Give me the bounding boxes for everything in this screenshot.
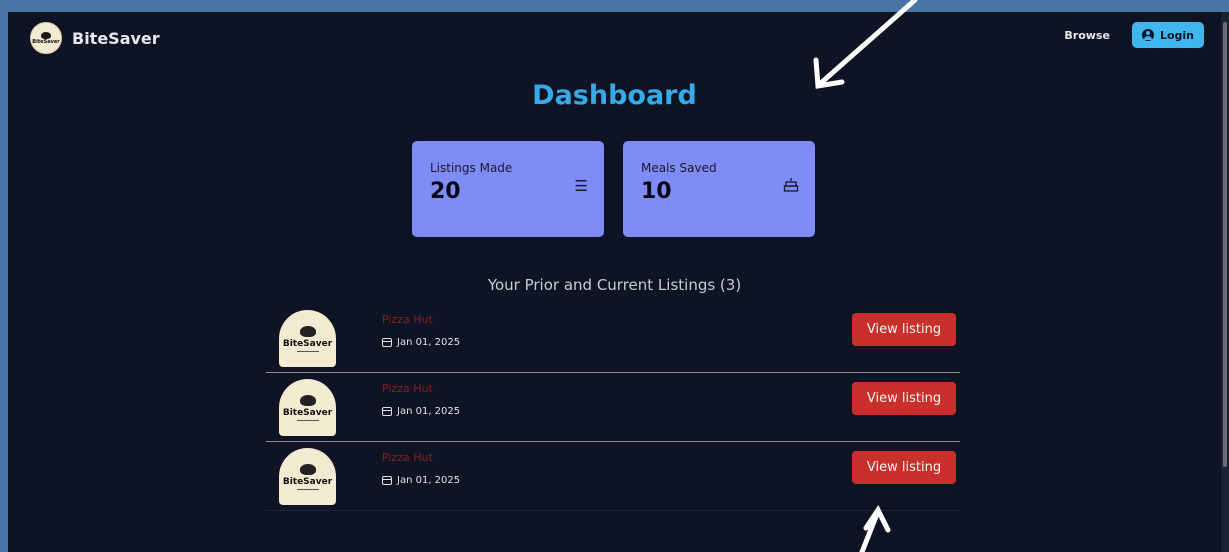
login-label: Login (1159, 28, 1194, 42)
listing-thumbnail: BiteSaver (279, 448, 336, 505)
brand-name: BiteSaver (72, 28, 160, 48)
view-listing-button[interactable]: View listing (852, 451, 956, 484)
restaurant-name: Pizza Hut (382, 382, 433, 395)
scrollbar-thumb[interactable] (1223, 22, 1227, 467)
stat-value: 20 (430, 179, 461, 204)
login-button[interactable]: Login (1131, 22, 1204, 48)
bitesaver-logo-icon: BiteSaver (30, 22, 62, 54)
cake-icon (783, 177, 799, 197)
view-listing-button[interactable]: View listing (852, 313, 956, 346)
list-icon: ☰ (574, 177, 588, 195)
stat-value: 10 (641, 179, 672, 204)
calendar-icon (382, 407, 392, 416)
app-window: BiteSaver BiteSaver Browse Login Dashboa… (8, 12, 1221, 552)
browse-link[interactable]: Browse (1064, 29, 1110, 42)
listing-row: BiteSaver Pizza Hut Jan 01, 2025 View li… (266, 373, 960, 442)
brand[interactable]: BiteSaver BiteSaver (30, 22, 160, 54)
date-text: Jan 01, 2025 (397, 337, 461, 348)
listing-date: Jan 01, 2025 (382, 406, 460, 417)
stat-card-meals-saved: Meals Saved 10 (623, 141, 815, 237)
listing-thumbnail: BiteSaver (279, 379, 336, 436)
page-title: Dashboard (532, 80, 697, 111)
calendar-icon (382, 338, 392, 347)
stat-card-listings-made: Listings Made 20 ☰ (412, 141, 604, 237)
listing-thumbnail: BiteSaver (279, 310, 336, 367)
calendar-icon (382, 476, 392, 485)
listing-row: BiteSaver Pizza Hut Jan 01, 2025 View li… (266, 442, 960, 511)
user-icon (1141, 29, 1154, 41)
listings-heading: Your Prior and Current Listings (3) (487, 276, 742, 294)
view-listing-button[interactable]: View listing (852, 382, 956, 415)
listing-date: Jan 01, 2025 (382, 475, 460, 486)
restaurant-name: Pizza Hut (382, 451, 433, 464)
stat-label: Meals Saved (641, 161, 717, 175)
date-text: Jan 01, 2025 (397, 475, 461, 486)
restaurant-name: Pizza Hut (382, 313, 433, 326)
nav-actions: Browse Login (1064, 22, 1204, 48)
listing-date: Jan 01, 2025 (382, 337, 460, 348)
scrollbar[interactable] (1221, 12, 1229, 552)
listing-row: BiteSaver Pizza Hut Jan 01, 2025 View li… (266, 304, 960, 373)
stat-label: Listings Made (430, 161, 513, 175)
date-text: Jan 01, 2025 (397, 406, 461, 417)
